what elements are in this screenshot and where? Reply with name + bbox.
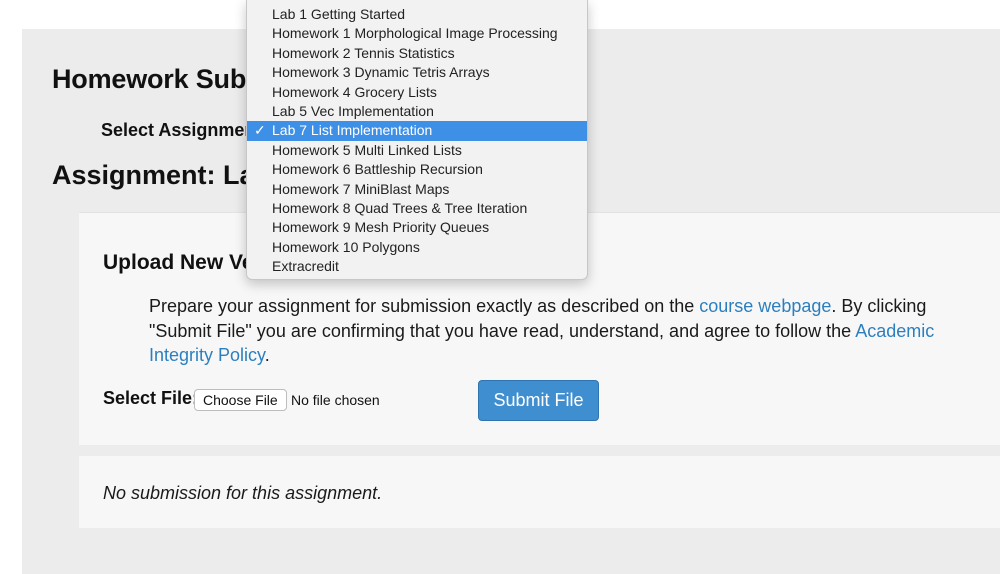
- submission-status-text: No submission for this assignment.: [103, 483, 383, 503]
- select-file-label: Select File:: [103, 388, 199, 408]
- dropdown-option[interactable]: Homework 7 MiniBlast Maps: [247, 180, 587, 199]
- dropdown-option[interactable]: Homework 1 Morphological Image Processin…: [247, 24, 587, 43]
- dropdown-option[interactable]: Homework 10 Polygons: [247, 238, 587, 257]
- instructions-text-1: Prepare your assignment for submission e…: [149, 296, 700, 316]
- dropdown-option[interactable]: Extracredit: [247, 257, 587, 276]
- checkmark-icon: ✓: [254, 122, 266, 139]
- dropdown-option[interactable]: Homework 5 Multi Linked Lists: [247, 141, 587, 160]
- dropdown-option[interactable]: Lab 1 Getting Started: [247, 5, 587, 24]
- dropdown-option[interactable]: Homework 9 Mesh Priority Queues: [247, 218, 587, 237]
- assignment-dropdown-menu[interactable]: Lab 1 Getting Started Homework 1 Morphol…: [246, 0, 588, 280]
- course-webpage-link[interactable]: course webpage: [699, 296, 831, 316]
- select-assignment-label: Select Assignment:: [101, 120, 268, 140]
- dropdown-option[interactable]: Homework 2 Tennis Statistics: [247, 44, 587, 63]
- submission-instructions: Prepare your assignment for submission e…: [149, 294, 969, 368]
- dropdown-option[interactable]: Homework 8 Quad Trees & Tree Iteration: [247, 199, 587, 218]
- dropdown-option[interactable]: Homework 6 Battleship Recursion: [247, 160, 587, 179]
- dropdown-option[interactable]: Homework 4 Grocery Lists: [247, 83, 587, 102]
- submit-file-button[interactable]: Submit File: [478, 380, 599, 421]
- no-file-chosen-text: No file chosen: [291, 392, 380, 408]
- choose-file-button[interactable]: Choose File: [194, 389, 287, 411]
- dropdown-option[interactable]: Lab 5 Vec Implementation: [247, 102, 587, 121]
- instructions-text-3: .: [264, 345, 270, 365]
- dropdown-option-selected[interactable]: ✓ Lab 7 List Implementation: [247, 121, 587, 141]
- dropdown-option[interactable]: Homework 3 Dynamic Tetris Arrays: [247, 63, 587, 82]
